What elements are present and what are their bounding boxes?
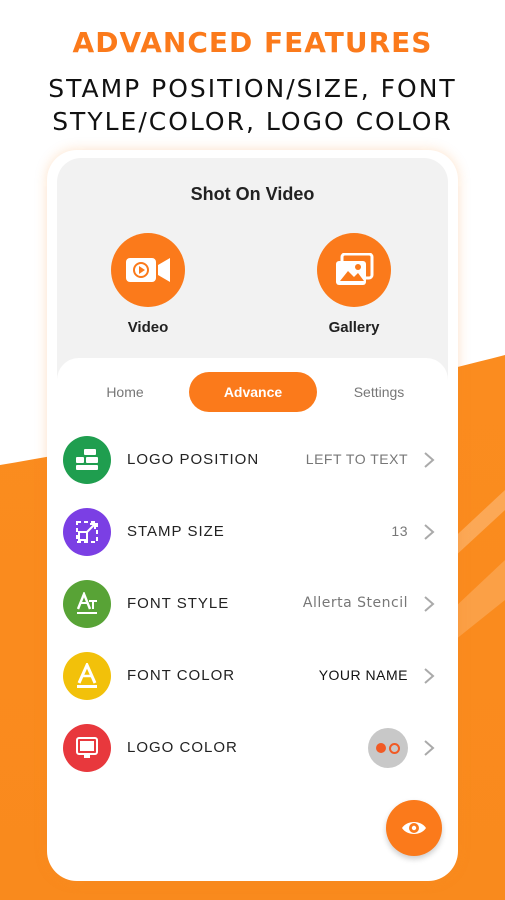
setting-row-font-color[interactable]: FONT COLOR YOUR NAME [57,646,448,706]
setting-label: STAMP SIZE [127,523,225,540]
font-style-icon [63,580,111,628]
eye-icon [402,822,426,834]
app-title: Shot On Video [190,184,315,204]
setting-label: FONT COLOR [127,667,236,684]
tab-home[interactable]: Home [75,372,175,412]
setting-row-stamp-size[interactable]: STAMP SIZE 13 [57,502,448,562]
setting-label: LOGO COLOR [127,739,238,756]
tab-settings[interactable]: Settings [329,372,429,412]
chevron-right-icon [424,524,435,540]
chevron-right-icon [424,668,435,684]
chevron-right-icon [424,452,435,468]
subheadline: STAMP POSITION/SIZE, FONT STYLE/COLOR, L… [0,72,505,138]
video-label: Video [127,319,169,336]
gallery-icon[interactable] [317,233,391,307]
setting-row-logo-position[interactable]: LOGO POSITION LEFT TO TEXT [57,430,448,490]
logo-position-icon [63,436,111,484]
subheadline-line-1: STAMP POSITION/SIZE, FONT [48,74,457,103]
chevron-right-icon [424,596,435,612]
setting-value: YOUR NAME [318,667,408,683]
video-action[interactable]: Video [88,233,208,336]
logo-color-icon [63,724,111,772]
logo-color-swatch[interactable] [368,728,408,768]
gallery-label: Gallery [328,319,380,336]
setting-value: 13 [391,523,408,539]
gallery-action[interactable]: Gallery [294,233,414,336]
subheadline-line-2: STYLE/COLOR, LOGO COLOR [52,107,453,136]
settings-panel: Home Advance Settings LOGO POSITION LEFT… [57,358,448,873]
setting-value: LEFT TO TEXT [305,451,408,467]
setting-row-logo-color[interactable]: LOGO COLOR [57,718,448,778]
video-camera-icon[interactable] [111,233,185,307]
preview-fab-button[interactable] [386,800,442,856]
chevron-right-icon [424,740,435,756]
headline: ADVANCED FEATURES [72,26,433,59]
tab-advance[interactable]: Advance [189,372,317,412]
font-color-icon [63,652,111,700]
tab-bar: Home Advance Settings [57,372,448,412]
stamp-size-icon [63,508,111,556]
setting-label: FONT STYLE [127,595,230,612]
phone-frame: Shot On Video Video Gallery Home Advance… [47,150,458,881]
color-dot-outline [389,742,400,754]
setting-value: Allerta Stencil [302,595,408,611]
setting-row-font-style[interactable]: FONT STYLE Allerta Stencil [57,574,448,634]
color-dot-filled [376,743,386,753]
setting-label: LOGO POSITION [127,451,260,468]
